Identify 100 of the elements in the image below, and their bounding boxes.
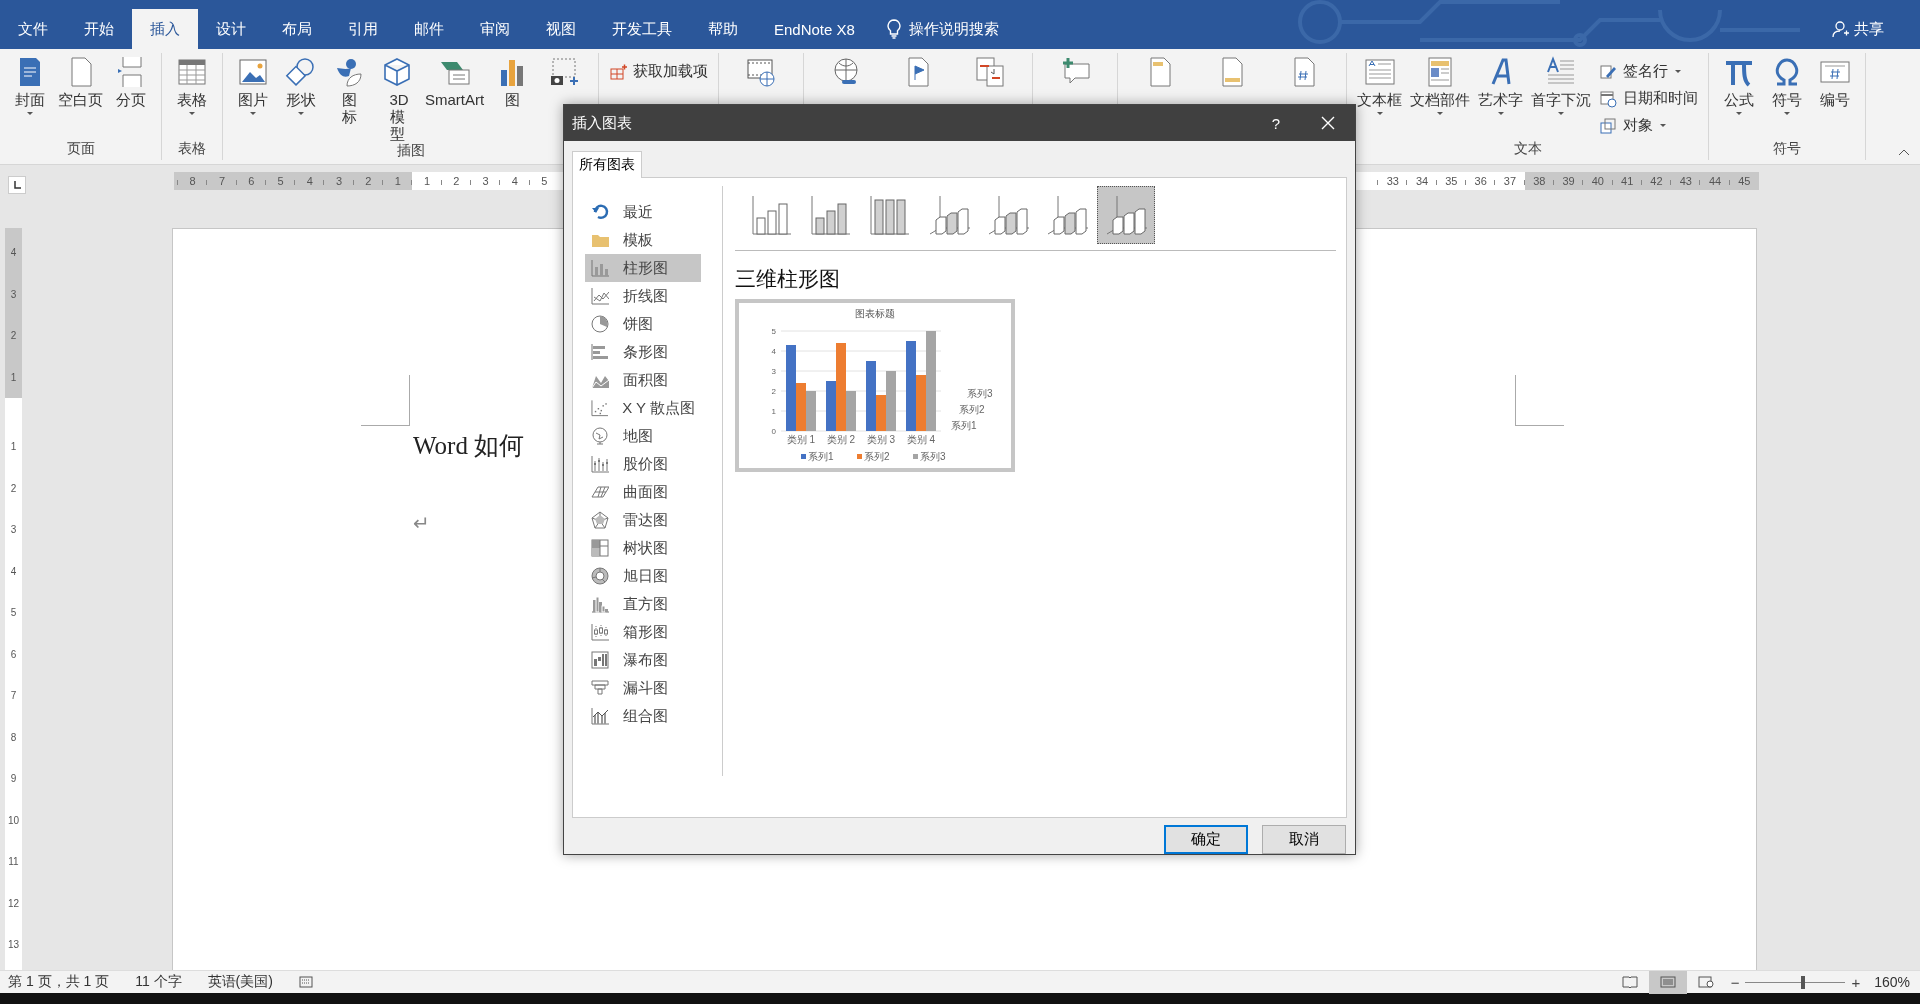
chart-type-item[interactable]: 直方图 xyxy=(585,590,701,618)
zoom-percent[interactable]: 160% xyxy=(1874,974,1910,990)
chart-type-item[interactable]: 地图 xyxy=(585,422,701,450)
ruler-number: 5 xyxy=(10,606,17,621)
ribbon-button[interactable]: 签名行 xyxy=(1595,59,1703,84)
scatter-chart-icon xyxy=(591,399,609,417)
ribbon-button[interactable]: 图标 xyxy=(325,53,373,142)
chart-type-item[interactable]: 曲面图 xyxy=(585,478,701,506)
ribbon-button[interactable]: 日期和时间 xyxy=(1595,86,1703,111)
axis-tick-label: 1 xyxy=(771,407,776,416)
box-plot-icon xyxy=(591,623,609,641)
left-tab-icon xyxy=(13,181,21,189)
signature-line-icon xyxy=(1599,62,1618,81)
ribbon-button[interactable]: 艺术字 xyxy=(1474,53,1528,140)
ribbon-button[interactable]: 公式 xyxy=(1715,53,1764,140)
web-layout-icon xyxy=(1697,976,1714,988)
chart-type-item[interactable]: 组合图 xyxy=(585,702,701,730)
help-button[interactable]: ? xyxy=(1251,113,1301,133)
ruler-number: 1 xyxy=(383,175,413,187)
ruler-number: 33 xyxy=(1378,175,1408,187)
ribbon-button[interactable]: 首字下沉 xyxy=(1527,53,1596,140)
ribbon-button[interactable]: SmartArt xyxy=(421,53,489,142)
ribbon-tab[interactable]: 帮助 xyxy=(690,9,756,49)
ribbon-tab[interactable]: 视图 xyxy=(528,9,594,49)
funnel-chart-icon xyxy=(591,679,609,697)
ribbon-tab[interactable]: 开始 xyxy=(66,9,132,49)
ribbon-tab[interactable]: 文件 xyxy=(0,9,66,49)
film-globe-icon xyxy=(745,56,778,88)
chart-type-item[interactable]: 条形图 xyxy=(585,338,701,366)
ruler-number: 3 xyxy=(10,523,17,538)
ribbon-tab[interactable]: 设计 xyxy=(198,9,264,49)
ribbon-button[interactable]: 分页 xyxy=(107,53,155,140)
column-subtype-button[interactable] xyxy=(1097,186,1155,244)
chart-bar xyxy=(806,391,816,431)
ribbon-tab[interactable]: 开发工具 xyxy=(594,9,690,49)
axis-tick-label: 2 xyxy=(771,387,776,396)
surface-chart-icon xyxy=(591,483,609,501)
page-count[interactable]: 第 1 页，共 1 页 xyxy=(8,973,110,991)
column-chart-icon xyxy=(987,194,1029,236)
chart-type-item[interactable]: 漏斗图 xyxy=(585,674,701,702)
dialog-button[interactable]: 确定 xyxy=(1164,825,1248,854)
table-icon xyxy=(176,56,208,88)
ribbon-button[interactable]: 图片 xyxy=(229,53,277,142)
ribbon-button[interactable]: 表格 xyxy=(168,53,216,140)
chart-type-item[interactable]: 股价图 xyxy=(585,450,701,478)
chart-type-item[interactable]: 柱形图 xyxy=(585,254,701,282)
ribbon-tab[interactable]: 引用 xyxy=(330,9,396,49)
chart-type-item[interactable]: 瀑布图 xyxy=(585,646,701,674)
screenshot-icon xyxy=(548,56,581,88)
ribbon-button[interactable]: 获取加载项 xyxy=(605,59,713,84)
ribbon-tab[interactable]: 邮件 xyxy=(396,9,462,49)
ruler-number: 3 xyxy=(470,175,501,187)
ruler-number: 1 xyxy=(10,440,17,455)
tell-me-search[interactable]: 操作说明搜索 xyxy=(886,9,999,49)
ribbon-button[interactable]: 空白页 xyxy=(54,53,107,140)
axis-tick-label: 5 xyxy=(771,327,776,336)
ribbon-button[interactable]: 封面 xyxy=(6,53,54,140)
dialog-tab[interactable]: 所有图表 xyxy=(572,151,642,178)
chart-type-item[interactable]: 折线图 xyxy=(585,282,701,310)
chart-type-item[interactable]: 最近 xyxy=(585,198,701,226)
ruler-number: 4 xyxy=(10,564,17,579)
ruler-number: 1 xyxy=(412,175,442,187)
ribbon-tab[interactable]: EndNote X8 xyxy=(756,9,873,49)
ruler-number: 41 xyxy=(1612,175,1642,187)
lightbulb-icon xyxy=(886,19,901,39)
zoom-in-button[interactable]: + xyxy=(1845,973,1867,991)
category-label: 类别 3 xyxy=(866,434,896,445)
language-indicator[interactable]: 英语(美国) xyxy=(207,973,273,991)
ribbon-button[interactable]: 对象 xyxy=(1595,113,1703,138)
pie-chart-icon xyxy=(591,315,609,333)
series-axis-label: 系列1 xyxy=(951,420,977,431)
chart-type-item[interactable]: 树状图 xyxy=(585,534,701,562)
ruler-number: 5 xyxy=(265,175,296,187)
chart-type-item[interactable]: 面积图 xyxy=(585,366,701,394)
zoom-out-button[interactable]: − xyxy=(1724,973,1746,991)
dialog-button[interactable]: 取消 xyxy=(1262,825,1346,854)
ruler-number: 35 xyxy=(1436,175,1467,187)
share-button[interactable]: 共享 xyxy=(1826,9,1890,49)
chart-type-item[interactable]: 雷达图 xyxy=(585,506,701,534)
ribbon-button[interactable]: 编号 xyxy=(1811,53,1860,140)
picture-icon xyxy=(237,56,269,88)
legend-swatch xyxy=(857,454,862,459)
tab-selector[interactable] xyxy=(8,176,26,194)
ribbon-tab[interactable]: 布局 xyxy=(264,9,330,49)
ribbon-button[interactable]: 文档部件 xyxy=(1406,53,1475,140)
ruler-number: 2 xyxy=(353,175,384,187)
ribbon-tab[interactable]: 审阅 xyxy=(462,9,528,49)
word-count[interactable]: 11 个字 xyxy=(135,973,182,991)
chart-type-item[interactable]: X Y 散点图 xyxy=(585,394,701,422)
ribbon-button[interactable]: 图 xyxy=(488,53,537,142)
chart-type-item[interactable]: 旭日图 xyxy=(585,562,701,590)
chart-type-item[interactable]: 模板 xyxy=(585,226,701,254)
chart-type-item[interactable]: 箱形图 xyxy=(585,618,701,646)
collapse-ribbon-icon xyxy=(1898,148,1910,156)
ribbon-button[interactable]: 符号 xyxy=(1763,53,1812,140)
ribbon-tab[interactable]: 插入 xyxy=(132,9,198,49)
chart-type-item[interactable]: 饼图 xyxy=(585,310,701,338)
ribbon-button[interactable]: 3D 模型 xyxy=(373,53,421,142)
axis-tick-label: 0 xyxy=(771,427,776,436)
ribbon-button[interactable]: 形状 xyxy=(277,53,325,142)
